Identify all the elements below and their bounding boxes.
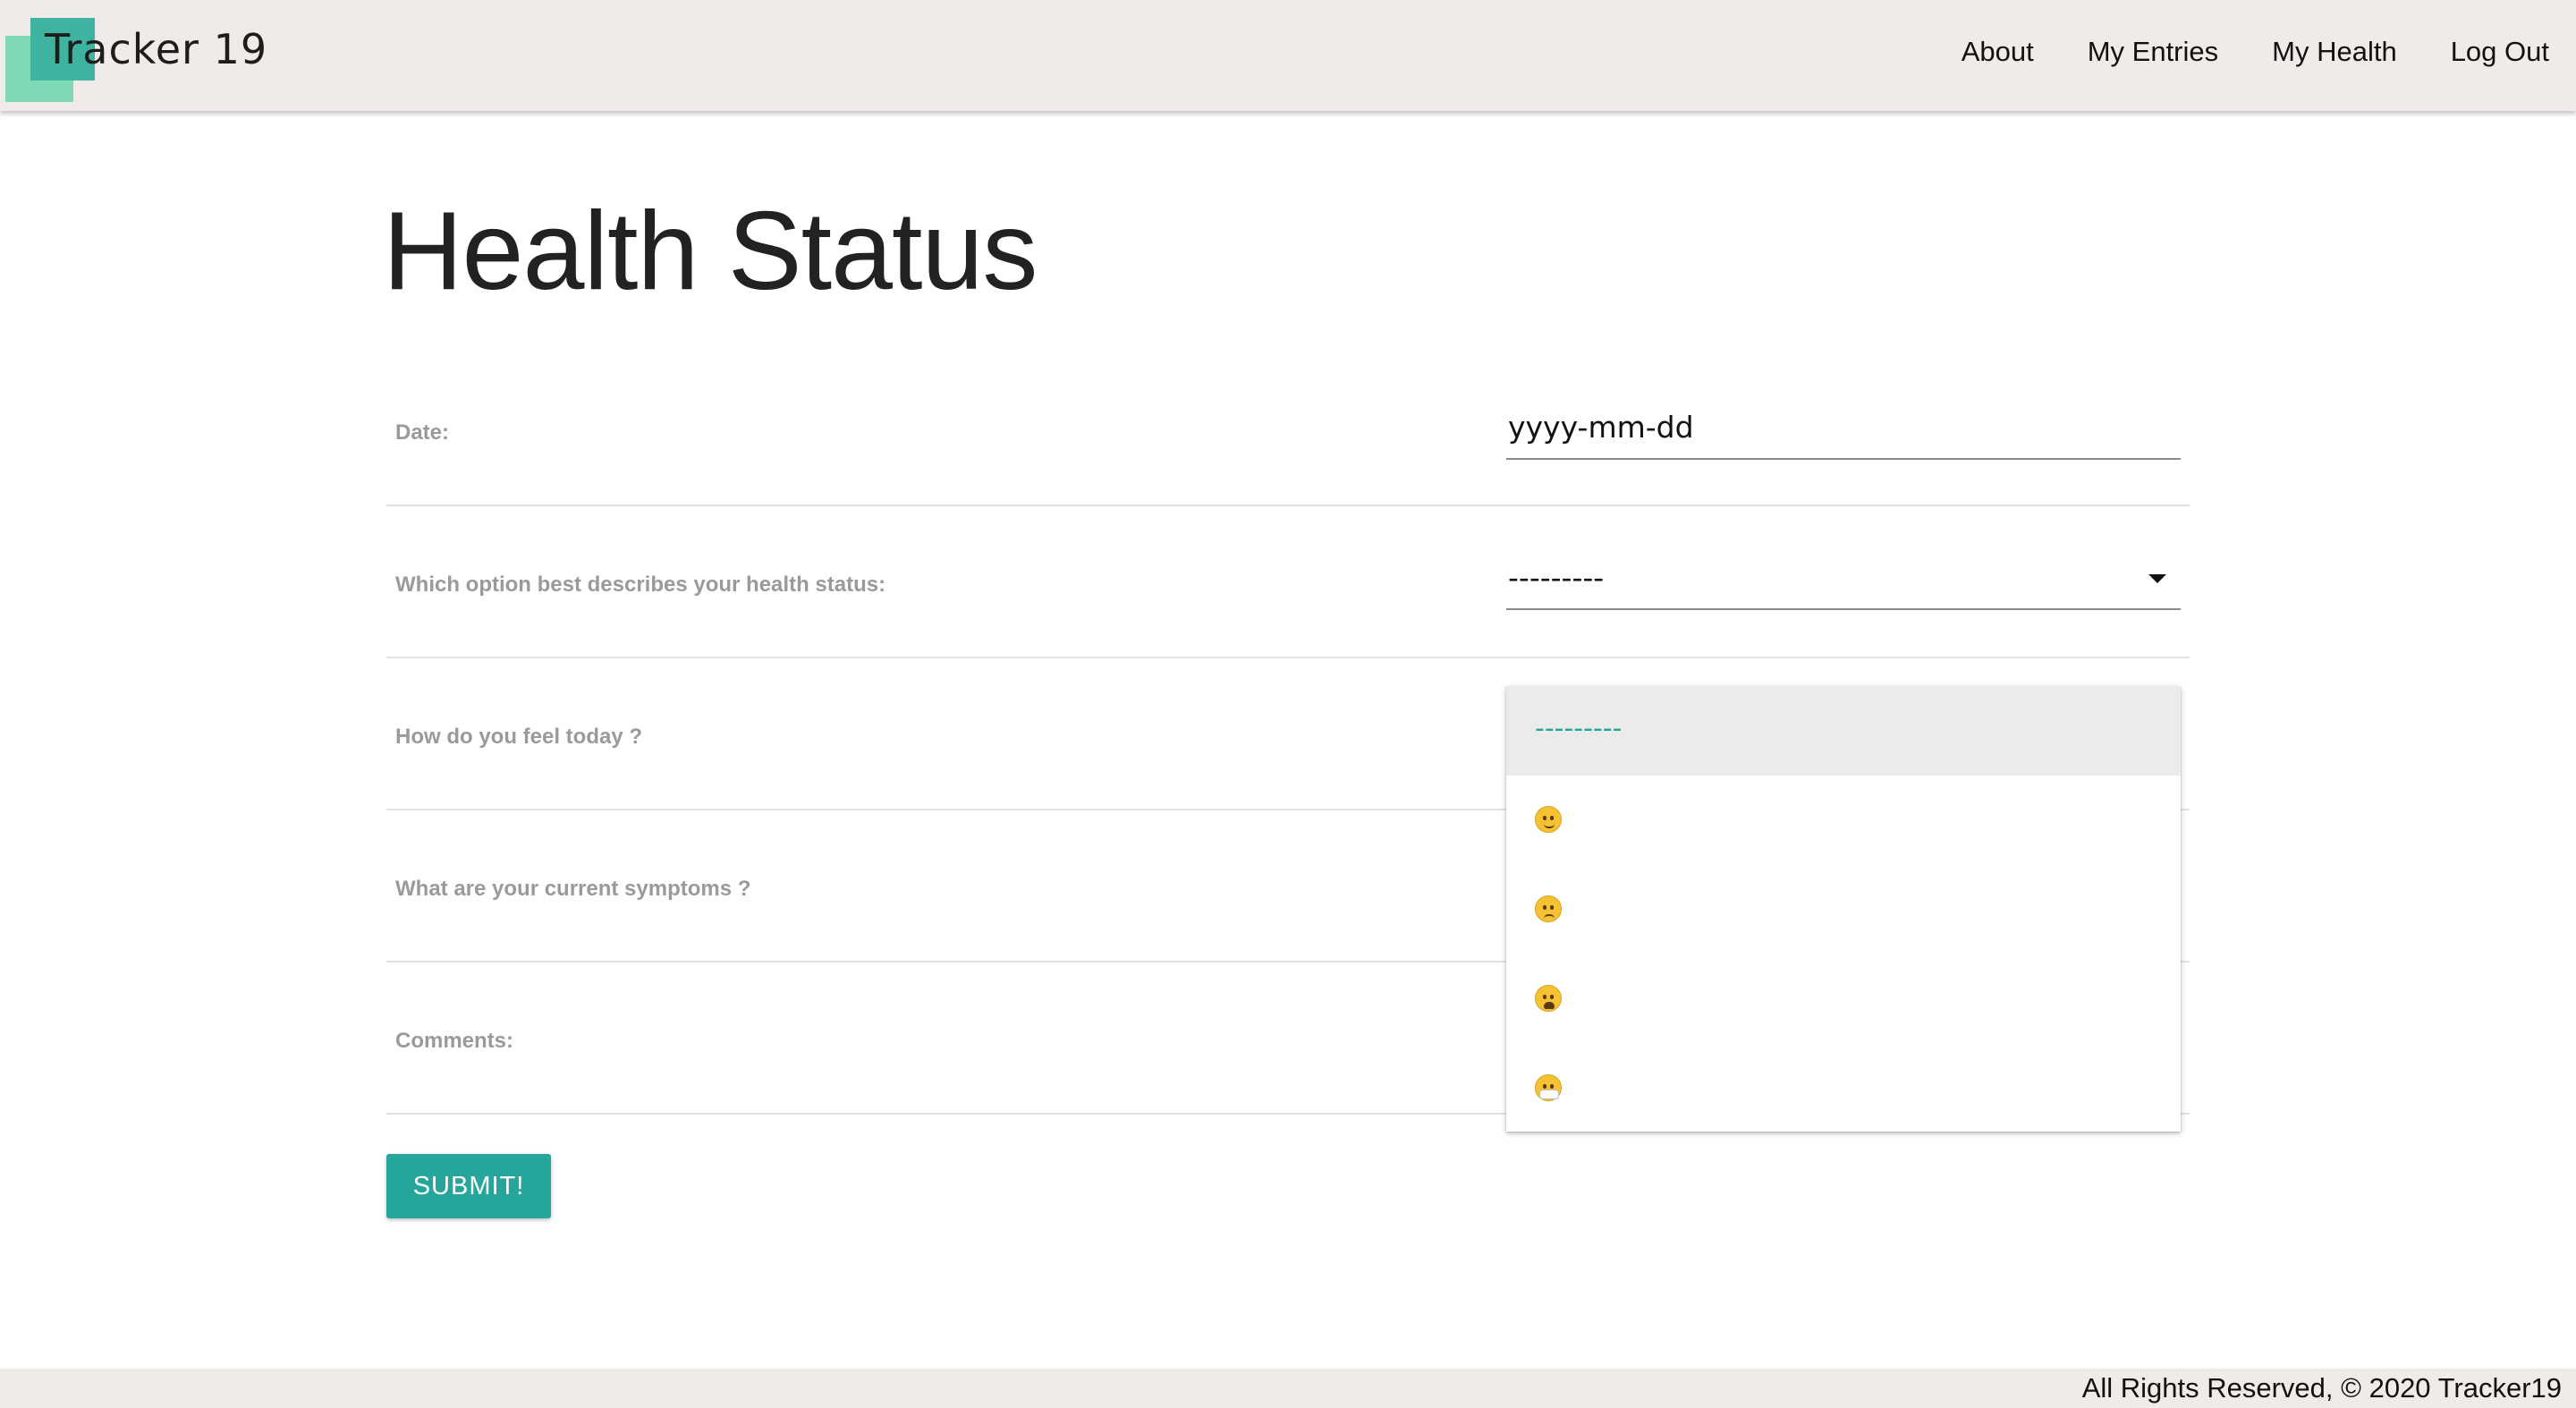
date-input[interactable]: yyyy-mm-dd	[1506, 403, 2181, 460]
nav-link-log-out[interactable]: Log Out	[2451, 36, 2549, 68]
nav-link-about[interactable]: About	[1962, 36, 2034, 68]
dropdown-option-empty[interactable]: ---------	[1506, 686, 2181, 776]
form-row-date: Date: yyyy-mm-dd	[386, 354, 2190, 506]
feel-label: How do you feel today ?	[395, 725, 643, 749]
nav-links: About My Entries My Health Log Out	[1962, 36, 2549, 68]
page-title: Health Status	[383, 190, 1038, 313]
form-row-health-status: Which option best describes your health …	[386, 506, 2190, 658]
nav-link-my-health[interactable]: My Health	[2272, 36, 2397, 68]
date-label: Date:	[395, 420, 450, 445]
symptoms-label: What are your current symptoms ?	[395, 877, 751, 901]
slightly-frowning-face-emoji-icon	[1535, 895, 1562, 922]
dropdown-option-frowning[interactable]	[1506, 865, 2181, 954]
health-status-selected-value: ---------	[1508, 560, 1605, 595]
health-status-label: Which option best describes your health …	[395, 573, 886, 597]
comments-label: Comments:	[395, 1029, 514, 1053]
footer: All Rights Reserved, © 2020 Tracker19	[0, 1369, 2576, 1408]
dropdown-option-medical-mask[interactable]	[1506, 1044, 2181, 1133]
brand-logo[interactable]: Tracker 19	[45, 25, 267, 73]
nav-link-my-entries[interactable]: My Entries	[2088, 36, 2218, 68]
dropdown-option-label: ---------	[1535, 713, 1623, 744]
dropdown-option-relieved[interactable]	[1506, 776, 2181, 865]
chevron-down-icon[interactable]	[2148, 574, 2166, 583]
face-with-medical-mask-emoji-icon	[1535, 1074, 1562, 1101]
tired-face-emoji-icon	[1535, 985, 1562, 1012]
dropdown-option-tired[interactable]	[1506, 954, 2181, 1044]
health-status-dropdown: ---------	[1506, 686, 2181, 1132]
health-status-select[interactable]: ---------	[1506, 553, 2181, 610]
submit-button[interactable]: SUBMIT!	[386, 1154, 551, 1218]
relieved-face-emoji-icon	[1535, 806, 1562, 833]
navbar: Tracker 19 About My Entries My Health Lo…	[0, 0, 2576, 111]
footer-copyright: All Rights Reserved, © 2020 Tracker19	[2081, 1372, 2562, 1404]
date-placeholder: yyyy-mm-dd	[1508, 410, 1694, 445]
